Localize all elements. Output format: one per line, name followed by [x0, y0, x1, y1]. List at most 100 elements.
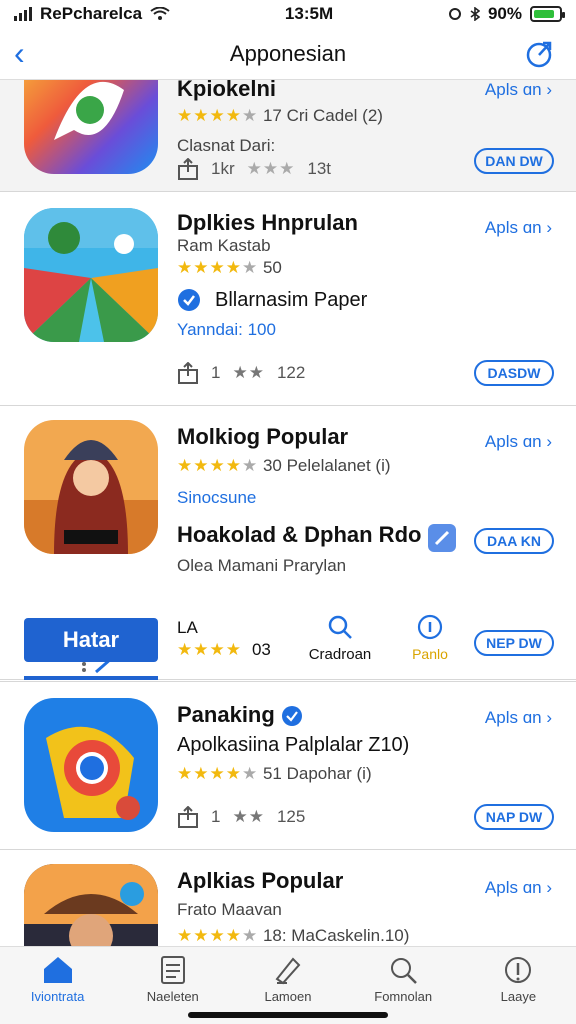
info-action[interactable]: Panlo: [398, 614, 462, 662]
app-name: Panaking: [177, 702, 303, 728]
list-item[interactable]: Panaking Apolkasiina Palplalar Z10) ★★★★…: [0, 682, 576, 850]
rating-stars: ★★★★★: [177, 258, 259, 277]
list-icon: [160, 956, 185, 984]
rating-stars: ★★★★★: [177, 456, 259, 475]
badge-label: LA: [177, 618, 198, 637]
search-icon: [391, 958, 418, 984]
rating-line: ★★★★★ 18: MaCaskelin.10): [177, 926, 409, 946]
rating-line: ★★★★★ 50: [177, 258, 282, 278]
rating-stars: ★★★: [246, 159, 296, 178]
get-button[interactable]: NEP DW: [474, 630, 554, 656]
rating-line: ★★★★★ 51 Dapohar (i): [177, 764, 372, 784]
details-link[interactable]: Apls ɑn ›: [485, 80, 552, 100]
rating-stars: ★★★★★: [177, 106, 259, 125]
rating-line: ★★★★ 03: [177, 640, 271, 660]
signal-icon: [14, 7, 32, 21]
bluetooth-icon: [470, 7, 480, 21]
app-tag: Sinocsune: [177, 488, 257, 507]
rating-value: 50: [262, 258, 282, 277]
page-title: Apponesian: [229, 40, 347, 66]
get-button[interactable]: NAP DW: [474, 804, 554, 830]
status-left: RePcharelca: [14, 4, 170, 24]
feature-title: Hoakolad & Dphan Rdo: [177, 522, 422, 547]
back-chevron-icon[interactable]: ‹: [14, 37, 44, 69]
rating-stars: ★★★★: [177, 640, 242, 659]
get-button[interactable]: DASDW: [474, 360, 554, 386]
rating-text: 51 Dapohar (i): [262, 764, 372, 783]
battery-icon: [529, 6, 565, 22]
crad-action[interactable]: Cradroan: [300, 614, 380, 663]
rating-text: 30 Pelelalanet (i): [262, 456, 391, 475]
battery-percent: 90%: [487, 4, 522, 23]
status-right: 90%: [448, 4, 565, 24]
app-subtitle: Clasnat Dari:: [177, 136, 276, 155]
review-count: 125: [276, 807, 306, 826]
verified-row: Bllarnasim Paper: [177, 288, 367, 312]
tab-label: Lamoen: [264, 989, 312, 1004]
app-subtitle: Apolkasiina Palplalar Z10): [177, 734, 410, 756]
tab-label: Fomnolan: [374, 989, 433, 1004]
rating-stars: ★★★★★: [177, 926, 259, 945]
rating-stars: ★★: [232, 363, 265, 382]
edit-badge-icon: [428, 524, 456, 552]
details-link[interactable]: Apls ɑn ›: [485, 218, 552, 238]
details-link[interactable]: Apls ɑn ›: [485, 708, 552, 728]
app-icon[interactable]: [24, 80, 158, 174]
info-icon: [505, 957, 532, 983]
get-button[interactable]: DAN DW: [474, 148, 554, 174]
stat-count: 1: [211, 807, 221, 826]
meta-row: 1 ★★ 125: [177, 806, 305, 828]
share-icon[interactable]: [177, 362, 199, 384]
info-label: Panlo: [412, 646, 448, 662]
verified-label: Bllarnasim Paper: [215, 288, 368, 311]
rating-text: 18: MaCaskelin.10): [262, 926, 410, 945]
tab-info[interactable]: Laaye: [468, 955, 568, 1024]
tab-label: Naeleten: [146, 989, 199, 1004]
meta-row: 1kr ★★★ 13t: [177, 158, 331, 180]
review-count: 122: [276, 363, 306, 382]
verified-badge-icon: [178, 289, 200, 311]
tab-label: Laaye: [500, 989, 537, 1004]
app-meta: Yanndai: 100: [177, 320, 276, 339]
details-link[interactable]: Apls ɑn ›: [485, 432, 552, 452]
list-item[interactable]: Dplkies Hnprulan Ram Kastab ★★★★★ 50 Bll…: [0, 192, 576, 406]
app-icon[interactable]: [24, 864, 158, 946]
app-icon[interactable]: [24, 698, 158, 832]
nav-bar: ‹ Apponesian: [0, 28, 576, 80]
home-indicator: [188, 1012, 388, 1018]
progress-underline: [24, 676, 158, 680]
app-icon[interactable]: [24, 208, 158, 342]
home-icon: [43, 957, 72, 983]
app-subtitle: Frato Maavan: [177, 900, 282, 919]
pen-icon: [275, 957, 301, 985]
carrier-name: RePcharelca: [40, 4, 143, 23]
rating-stars: ★★: [232, 807, 265, 826]
wifi-icon: [150, 7, 170, 20]
action-row: Hatar LA ★★★★ 03 Cradroan Panlo NEP DW: [0, 600, 576, 682]
share-icon[interactable]: [177, 806, 199, 828]
search-icon: [328, 615, 352, 639]
list-item[interactable]: Aplkias Popular Frato Maavan ★★★★★ 18: M…: [0, 850, 576, 946]
stat-count: 1: [211, 363, 221, 382]
app-subtitle: Ram Kastab: [177, 236, 271, 255]
status-time: 13:5M: [284, 4, 334, 23]
share-icon[interactable]: [177, 158, 199, 180]
status-bar: RePcharelca 13:5M 90%: [0, 0, 576, 28]
rating-stars: ★★★★★: [177, 764, 259, 783]
app-name: Aplkias Popular: [177, 868, 344, 893]
app-name: Kpiokelni: [177, 80, 277, 101]
stat-count: 13t: [307, 159, 331, 178]
crad-label: Cradroan: [308, 646, 372, 663]
meta-row: 1 ★★ 122: [177, 362, 305, 384]
app-list: Kpiokelni ★★★★★ 17 Cri Cadel (2) Clasnat…: [0, 80, 576, 946]
get-button[interactable]: DAA KN: [474, 528, 554, 554]
app-icon[interactable]: [24, 420, 158, 554]
primary-button[interactable]: Hatar: [24, 618, 158, 662]
details-link[interactable]: Apls ɑn ›: [485, 878, 552, 898]
share-icon[interactable]: [524, 38, 556, 70]
tab-label: Iviontrata: [30, 989, 85, 1004]
tab-home[interactable]: Iviontrata: [8, 955, 108, 1024]
feature-subtitle: Olea Mamani Prarylan: [177, 556, 347, 575]
list-item[interactable]: Kpiokelni ★★★★★ 17 Cri Cadel (2) Clasnat…: [0, 80, 576, 192]
location-icon: [448, 8, 461, 20]
